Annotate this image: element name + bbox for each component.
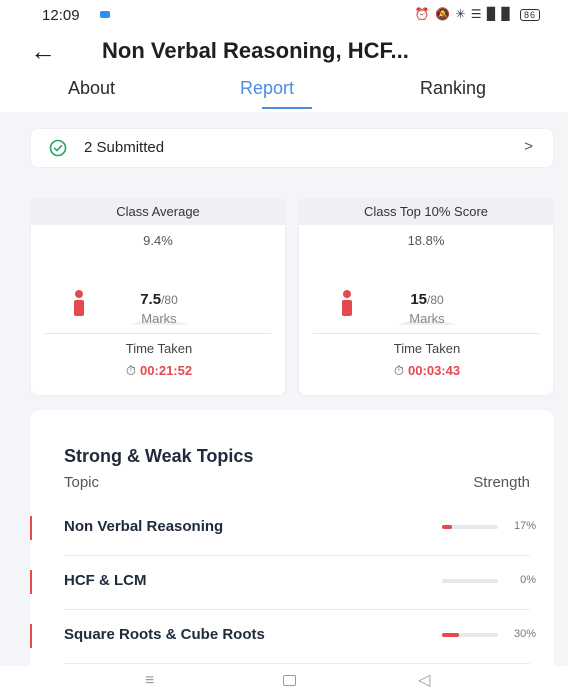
score-main: 7.5 [140, 291, 162, 308]
row-accent [30, 624, 32, 648]
timer-icon: ⏱ [393, 363, 405, 378]
back-icon[interactable]: ◁ [418, 670, 430, 690]
topic-row[interactable]: Square Roots & Cube Roots 30% [30, 610, 554, 664]
system-nav-bar: ≡ ◁ [0, 666, 568, 697]
notification-icon [100, 11, 110, 18]
score-value: 7.5/80 [31, 291, 285, 309]
score-value: 15/80 [299, 291, 553, 309]
card-title: Class Average [31, 199, 285, 225]
time-text: 00:21:52 [140, 363, 193, 378]
app-bar: ← Non Verbal Reasoning, HCF... [0, 28, 568, 78]
tab-report[interactable]: Report [240, 78, 294, 99]
score-total: /80 [161, 293, 178, 307]
divider [313, 333, 539, 334]
topic-row[interactable]: HCF & LCM 0% [30, 556, 554, 610]
check-circle-icon [49, 139, 67, 157]
time-taken-label: Time Taken [125, 341, 193, 356]
score-main: 15 [410, 291, 427, 308]
strength-percent: 17% [513, 520, 536, 532]
time-taken-value: ⏱ 00:03:43 [299, 363, 553, 379]
submitted-row[interactable]: 2 Submitted > [30, 128, 554, 168]
system-icons: ⏰ 🔕 ✳ ☰ ▉ ▉ [414, 7, 512, 21]
top-percent: 18.8% [407, 233, 445, 248]
strength-bar-fill [442, 633, 459, 637]
page-title: Non Verbal Reasoning, HCF... [102, 38, 409, 63]
report-content: 2 Submitted > Class Average 9.4% 7.5/80 … [0, 112, 568, 697]
battery-icon: 86 [519, 9, 540, 21]
score-total: /80 [427, 293, 444, 307]
time-taken-label: Time Taken [393, 341, 461, 356]
card-title: Class Top 10% Score [299, 199, 553, 225]
strength-percent: 0% [520, 574, 536, 586]
section-title: Strong & Weak Topics [64, 446, 254, 466]
column-header-strength: Strength [473, 474, 530, 491]
time-taken-value: ⏱ 00:21:52 [31, 363, 285, 379]
topic-name: Square Roots & Cube Roots [64, 626, 265, 643]
chevron-right-icon: > [524, 138, 533, 155]
strength-bar [442, 579, 498, 583]
topic-row[interactable]: Non Verbal Reasoning 17% [30, 502, 554, 556]
status-icons: ⏰ 🔕 ✳ ☰ ▉ ▉ 86 [415, 7, 540, 21]
score-unit: Marks [409, 311, 445, 326]
column-header-topic: Topic [64, 474, 100, 491]
status-bar: 12:09 ⏰ 🔕 ✳ ☰ ▉ ▉ 86 [0, 0, 568, 28]
score-unit: Marks [141, 311, 177, 326]
strength-percent: 30% [513, 628, 536, 640]
topic-name: Non Verbal Reasoning [64, 518, 224, 535]
divider [45, 333, 271, 334]
strength-bar-fill [442, 525, 452, 529]
strength-bar [442, 633, 498, 637]
submitted-label: 2 Submitted [84, 139, 165, 156]
row-accent [30, 570, 32, 594]
tab-ranking[interactable]: Ranking [420, 78, 486, 99]
tab-about[interactable]: About [68, 78, 115, 99]
status-time: 12:09 [42, 7, 80, 24]
active-tab-indicator [262, 107, 312, 109]
time-text: 00:03:43 [408, 363, 461, 378]
timer-icon: ⏱ [125, 363, 137, 378]
strong-weak-topics-card: Strong & Weak Topics Topic Strength Non … [30, 410, 554, 697]
menu-icon[interactable]: ≡ [145, 672, 154, 690]
class-top-card: Class Top 10% Score 18.8% 15/80 Marks Ti… [298, 198, 554, 396]
row-accent [30, 516, 32, 540]
tab-bar: About Report Ranking [0, 74, 568, 114]
strength-bar [442, 525, 498, 529]
back-arrow-icon[interactable]: ← [30, 36, 56, 66]
home-icon[interactable] [283, 675, 296, 686]
class-average-card: Class Average 9.4% 7.5/80 Marks Time Tak… [30, 198, 286, 396]
topic-name: HCF & LCM [64, 572, 147, 589]
average-percent: 9.4% [143, 233, 173, 248]
